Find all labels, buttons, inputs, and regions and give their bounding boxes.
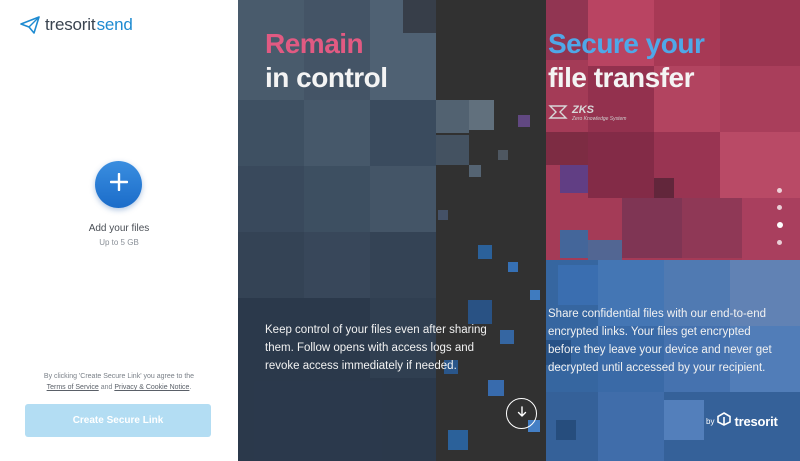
- by-label: by: [706, 417, 715, 426]
- terms-suffix: .: [189, 384, 192, 391]
- zks-badge: ZKS Zero Knowledge System: [548, 104, 626, 125]
- hero-description-2: Share confidential files with our end-to…: [548, 308, 772, 374]
- hero-title-1-line-2: in control: [265, 62, 388, 93]
- paper-plane-icon: [20, 16, 40, 34]
- slide-dot-3-active[interactable]: [776, 222, 783, 228]
- zks-icon: [548, 104, 568, 125]
- hero-title-2-line-2: file transfer: [548, 62, 695, 93]
- zks-label: ZKS: [572, 104, 594, 116]
- hero-banner: Remain in control Keep control of your f…: [238, 0, 800, 461]
- terms-notice: By clicking 'Create Secure Link' you agr…: [14, 371, 224, 393]
- zks-subtitle: Zero Knowledge System: [572, 116, 627, 122]
- terms-prefix: By clicking 'Create Secure Link' you agr…: [43, 373, 195, 380]
- logo-text: tresorit send: [45, 15, 133, 35]
- brand-name: tresorit: [734, 414, 778, 429]
- slide-dot-1[interactable]: [777, 188, 782, 193]
- plus-icon: [109, 172, 128, 196]
- zks-text: ZKS Zero Knowledge System: [572, 104, 626, 122]
- terms-and: and: [100, 384, 113, 391]
- left-panel: tresorit send Add your files Up to 5 GB …: [0, 0, 238, 461]
- terms-of-service-link[interactable]: Terms of Service: [47, 384, 99, 391]
- hero-title-2-line-1: Secure your: [548, 28, 705, 59]
- app-logo[interactable]: tresorit send: [20, 15, 133, 35]
- slide-indicator: [776, 188, 783, 257]
- file-size-limit: Up to 5 GB: [99, 238, 139, 247]
- logo-main: tresorit: [45, 15, 96, 34]
- arrow-down-icon: [517, 405, 527, 423]
- logo-accent: send: [96, 15, 133, 34]
- add-files-button[interactable]: [95, 161, 142, 208]
- hero-description-1: Keep control of your files even after sh…: [265, 324, 487, 372]
- scroll-down-button[interactable]: [506, 398, 537, 429]
- add-files-label[interactable]: Add your files: [0, 223, 238, 234]
- slide-dot-2[interactable]: [777, 205, 782, 210]
- slide-dot-4[interactable]: [777, 240, 782, 245]
- tresorit-logo-icon: [717, 412, 732, 431]
- by-tresorit[interactable]: by tresorit: [706, 412, 778, 431]
- hero-title-1-line-1: Remain: [265, 28, 364, 59]
- create-secure-link-button[interactable]: Create Secure Link: [25, 404, 211, 437]
- privacy-notice-link[interactable]: Privacy & Cookie Notice: [114, 384, 189, 391]
